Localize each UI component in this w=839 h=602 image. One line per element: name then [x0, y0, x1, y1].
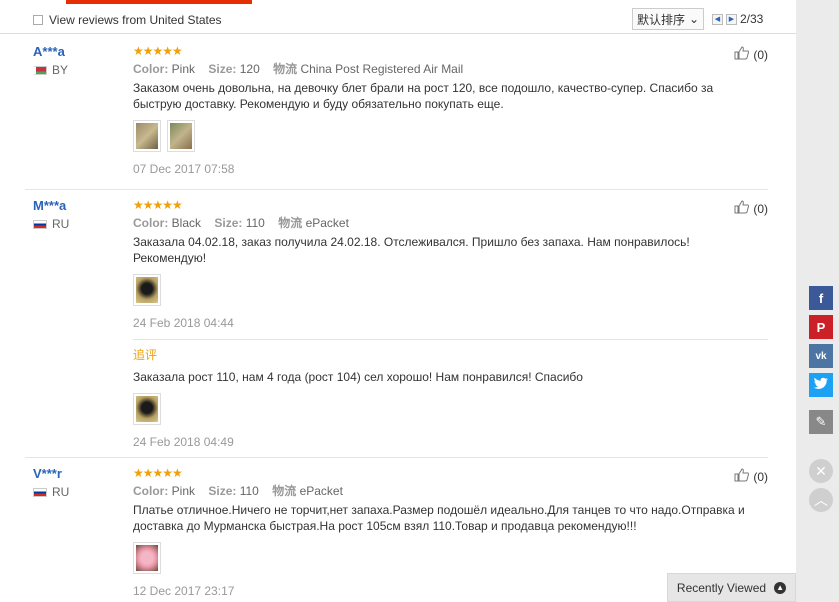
review-date: 24 Feb 2018 04:49 — [133, 435, 234, 449]
review-item: V***r RU ★★★★★ Color: Pink Size: 110 物流 … — [25, 466, 768, 602]
shipping-value: ePacket — [305, 216, 349, 230]
pencil-icon: ✎ — [815, 414, 827, 429]
star-rating: ★★★★★ — [133, 44, 183, 58]
twitter-share-button[interactable] — [809, 373, 833, 397]
chevron-up-icon: ▲ — [774, 581, 787, 594]
pinterest-icon: P — [816, 319, 826, 335]
review-body: ★★★★★ Color: Pink Size: 120 物流 China Pos… — [133, 44, 763, 176]
color-label: Color: — [133, 62, 169, 76]
thumbs-up-icon — [734, 468, 750, 485]
color-label: Color: — [133, 484, 169, 498]
shipping-label: 物流 — [278, 216, 303, 230]
review-photo[interactable] — [133, 120, 161, 152]
reviewer-name[interactable]: M***a — [33, 198, 69, 213]
reviewer-name[interactable]: V***r — [33, 466, 69, 481]
recently-viewed-label: Recently Viewed — [676, 580, 767, 595]
star-rating: ★★★★★ — [133, 466, 183, 480]
reviewer-country: RU — [33, 217, 69, 231]
shipping-label: 物流 — [273, 62, 298, 76]
size-label: Size: — [208, 484, 237, 498]
country-code: BY — [52, 63, 69, 77]
country-code: RU — [52, 485, 70, 499]
review-text: Платье отличное.Ничего не торчит,нет зап… — [133, 503, 745, 533]
us-filter-label: View reviews from United States — [49, 13, 222, 27]
sort-select-value: 默认排序 — [636, 12, 685, 27]
size-value: 110 — [245, 216, 265, 230]
review-date: 24 Feb 2018 04:44 — [133, 316, 234, 330]
size-label: Size: — [214, 216, 243, 230]
helpful-count: (0) — [753, 201, 768, 216]
color-label: Color: — [133, 216, 169, 230]
review-item: A***a BY ★★★★★ Color: Pink Size: 120 物流 … — [25, 44, 768, 190]
size-value: 120 — [239, 62, 260, 76]
star-rating: ★★★★★ — [133, 198, 183, 212]
review-toolbar: View reviews from United States 默认排序 ⌄ ◀… — [0, 4, 796, 34]
reviewer: A***a BY — [33, 44, 68, 77]
helpful-button[interactable]: (0) — [734, 46, 768, 63]
edit-button[interactable]: ✎ — [809, 410, 833, 434]
review-body: ★★★★★ Color: Black Size: 110 物流 ePacket … — [133, 198, 763, 330]
facebook-icon: f — [818, 290, 824, 306]
shipping-label: 物流 — [272, 484, 297, 498]
size-label: Size: — [208, 62, 237, 76]
reviewer: V***r RU — [33, 466, 69, 499]
country-code: RU — [52, 217, 70, 231]
review-photos — [133, 542, 763, 574]
recently-viewed-bar[interactable]: Recently Viewed ▲ — [667, 573, 796, 602]
review-attributes: Color: Pink Size: 120 物流 China Post Regi… — [133, 60, 763, 77]
us-filter-checkbox[interactable] — [33, 15, 43, 25]
review-photo[interactable] — [167, 120, 195, 152]
next-page-button[interactable]: ▶ — [726, 13, 737, 25]
shipping-value: ePacket — [299, 484, 343, 498]
color-value: Pink — [171, 484, 196, 498]
color-value: Black — [171, 216, 202, 230]
reviewer-name[interactable]: A***a — [33, 44, 68, 59]
flag-ru-icon — [33, 219, 47, 229]
flag-ru-icon — [33, 487, 47, 497]
chevron-up-icon: ︿ — [814, 492, 828, 508]
helpful-count: (0) — [753, 47, 768, 62]
review-photos — [133, 393, 768, 425]
review-item: M***a RU ★★★★★ Color: Black Size: 110 物流… — [25, 198, 768, 458]
thumbs-up-icon — [734, 46, 750, 63]
helpful-count: (0) — [753, 469, 768, 484]
additional-review-label: 追评 — [133, 348, 158, 362]
review-photo[interactable] — [133, 542, 161, 574]
pagination: ◀ ▶ 2/33 — [712, 12, 763, 26]
review-attributes: Color: Pink Size: 110 物流 ePacket — [133, 482, 763, 499]
review-photo[interactable] — [133, 274, 161, 306]
flag-by-icon — [33, 65, 47, 75]
vk-icon: vk — [815, 350, 827, 362]
review-attributes: Color: Black Size: 110 物流 ePacket — [133, 214, 763, 231]
back-to-top-button[interactable]: ︿ — [809, 488, 833, 512]
additional-review: 追评 Заказала рост 110, нам 4 года (рост 1… — [133, 339, 768, 452]
twitter-icon — [813, 377, 829, 393]
page-indicator: 2/33 — [740, 12, 764, 26]
additional-review-text: Заказала рост 110, нам 4 года (рост 104)… — [133, 370, 583, 384]
review-photos — [133, 274, 763, 306]
helpful-button[interactable]: (0) — [734, 468, 768, 485]
thumbs-up-icon — [734, 200, 750, 217]
pinterest-share-button[interactable]: P — [809, 315, 833, 339]
review-text: Заказом очень довольна, на девочку блет … — [133, 81, 714, 111]
close-button[interactable]: ✕ — [809, 459, 833, 483]
shipping-value: China Post Registered Air Mail — [300, 62, 464, 76]
color-value: Pink — [171, 62, 196, 76]
us-filter[interactable]: View reviews from United States — [33, 13, 222, 27]
size-value: 110 — [239, 484, 259, 498]
sort-select[interactable]: 默认排序 ⌄ — [632, 8, 704, 30]
reviewer-country: BY — [33, 63, 68, 77]
vk-share-button[interactable]: vk — [809, 344, 833, 368]
reviewer: M***a RU — [33, 198, 69, 231]
review-photos — [133, 120, 763, 152]
helpful-button[interactable]: (0) — [734, 200, 768, 217]
review-photo[interactable] — [133, 393, 161, 425]
close-icon: ✕ — [815, 462, 827, 479]
facebook-share-button[interactable]: f — [809, 286, 833, 310]
review-date: 07 Dec 2017 07:58 — [133, 162, 235, 176]
prev-page-button[interactable]: ◀ — [712, 13, 723, 25]
review-text: Заказала 04.02.18, заказ получила 24.02.… — [133, 235, 690, 265]
reviewer-country: RU — [33, 485, 69, 499]
chevron-down-icon: ⌄ — [688, 12, 700, 26]
